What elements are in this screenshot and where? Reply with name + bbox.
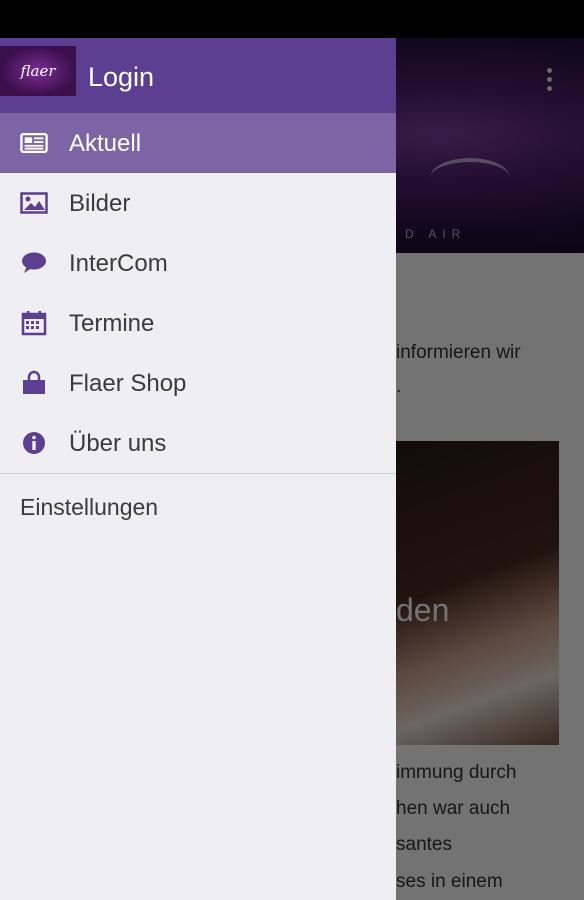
calendar-icon	[20, 311, 48, 336]
content-text: ses in einem	[396, 871, 503, 892]
navigation-drawer: flaer Login Aktuell Bilder InterCom Term…	[0, 38, 396, 900]
menu-item-label: Aktuell	[69, 130, 142, 157]
menu-item-label: Flaer Shop	[69, 370, 187, 397]
banner-tagline: D AIR	[405, 227, 467, 241]
menu-item-ueber-uns[interactable]: Über uns	[0, 413, 396, 473]
logo-swirl	[430, 158, 510, 198]
menu-item-bilder[interactable]: Bilder	[0, 173, 396, 233]
menu-item-label: InterCom	[69, 250, 168, 277]
menu-item-label: Über uns	[69, 430, 167, 457]
drawer-header: flaer Login	[0, 38, 396, 113]
login-button[interactable]: Login	[76, 38, 396, 113]
menu-item-flaer-shop[interactable]: Flaer Shop	[0, 353, 396, 413]
content-text: santes	[396, 834, 452, 855]
content-text: immung durch	[396, 762, 517, 783]
content-text: hen war auch	[396, 798, 511, 819]
login-label: Login	[88, 62, 155, 92]
logo-text: flaer	[20, 62, 56, 80]
article-image-caption: den	[396, 592, 450, 628]
menu-item-label: Termine	[69, 310, 155, 337]
menu-item-intercom[interactable]: InterCom	[0, 233, 396, 293]
menu-item-label: Bilder	[69, 190, 131, 217]
overflow-menu-icon[interactable]	[545, 68, 553, 96]
content-text: informieren wir	[396, 342, 521, 363]
chat-bubble-icon	[20, 251, 48, 275]
content-text: .	[396, 376, 402, 397]
menu-divider	[0, 473, 396, 474]
settings-item[interactable]: Einstellungen	[20, 494, 158, 521]
menu-item-aktuell[interactable]: Aktuell	[0, 113, 396, 173]
shopping-bag-icon	[20, 370, 48, 395]
info-icon	[20, 431, 48, 455]
menu-item-termine[interactable]: Termine	[0, 293, 396, 353]
newspaper-icon	[20, 131, 48, 155]
image-icon	[20, 191, 48, 215]
status-bar	[0, 0, 584, 38]
app-logo: flaer	[0, 46, 76, 96]
